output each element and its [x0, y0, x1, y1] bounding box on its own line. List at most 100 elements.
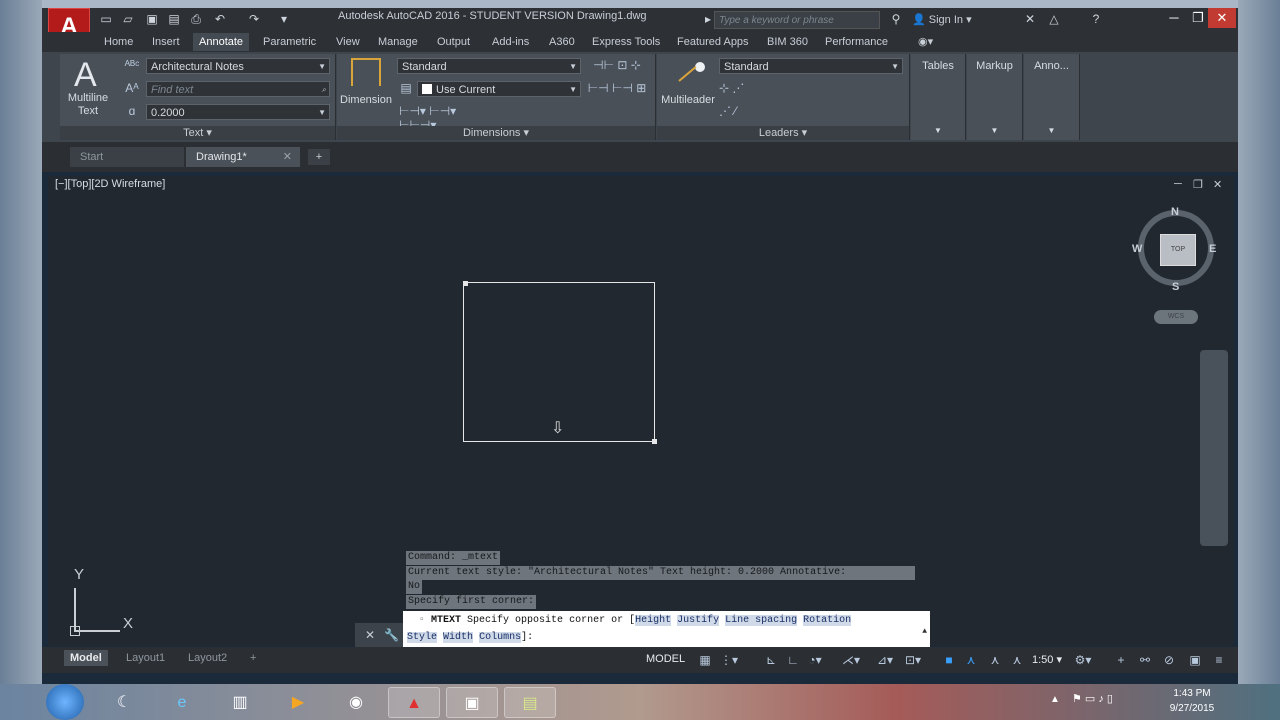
markup-panel[interactable]: Markup ▼	[967, 54, 1023, 140]
align-leader-icons[interactable]: ⋰ ⁄	[719, 104, 759, 118]
tab-insert[interactable]: Insert	[152, 33, 180, 51]
qat-customize-icon[interactable]: ▾	[276, 12, 292, 26]
tables-panel[interactable]: Tables ▼	[911, 54, 966, 140]
osnap-icon[interactable]: ⊿▾	[876, 651, 894, 669]
annotation-visibility-icon[interactable]: ⋏	[962, 651, 980, 669]
tab-annotate[interactable]: Annotate	[193, 33, 250, 51]
command-recent-icon[interactable]: ▲	[922, 623, 927, 640]
leader-style-dropdown[interactable]: Standard ▼	[719, 58, 903, 74]
dimension-button[interactable]: Dimension	[337, 94, 395, 106]
option-columns[interactable]: Columns	[479, 632, 522, 643]
ribbon-toggle-icon[interactable]: ◉▾	[918, 33, 933, 51]
viewport-controls[interactable]: [−][Top][2D Wireframe]	[55, 178, 165, 190]
option-width[interactable]: Width	[443, 632, 474, 643]
dimension-icon[interactable]	[351, 58, 381, 86]
multiline-text-icon[interactable]: A	[74, 56, 97, 95]
exchange-icon[interactable]: ✕	[1022, 12, 1038, 26]
tab-view[interactable]: View	[336, 33, 360, 51]
internet-explorer-icon[interactable]: e	[156, 687, 208, 718]
layout-tab-model[interactable]: Model	[64, 650, 108, 666]
find-text-input[interactable]: Find text ⌕	[146, 81, 330, 97]
add-leader-icons[interactable]: ⊹ ⋰	[719, 81, 759, 95]
navigation-bar[interactable]	[1200, 350, 1228, 546]
dim-style-dropdown[interactable]: Standard ▼	[397, 58, 581, 74]
tray-expand-icon[interactable]: ▲	[1050, 694, 1060, 705]
dimensions-panel-label[interactable]: Dimensions ▾	[337, 126, 655, 140]
leaders-panel-label[interactable]: Leaders ▾	[657, 126, 909, 140]
clock-date[interactable]: 9/27/2015	[1165, 703, 1219, 714]
a360-icon[interactable]: △	[1046, 12, 1062, 26]
polar-tracking-icon[interactable]: ◔▾	[806, 651, 824, 669]
tab-bim-360[interactable]: BIM 360	[767, 33, 808, 51]
snap-icon[interactable]: ⋮▾	[720, 651, 738, 669]
workspace-gear-icon[interactable]: ⚙▾	[1074, 651, 1092, 669]
text-style-dropdown[interactable]: Architectural Notes ▼	[146, 58, 330, 74]
compass-north[interactable]: N	[1171, 206, 1179, 218]
annotation-scaling-panel[interactable]: Anno... ▼	[1024, 54, 1080, 140]
clock-time[interactable]: 1:43 PM	[1165, 688, 1219, 699]
dim-layer-icon[interactable]: ▤	[399, 81, 413, 95]
command-line-input[interactable]: ▫ MTEXT Specify opposite corner or [Heig…	[403, 611, 930, 647]
object-snap-tracking-icon[interactable]: ⋌▾	[842, 651, 860, 669]
notes-taskbar-icon[interactable]: ▤	[504, 687, 556, 718]
viewport-close-icon[interactable]: ✕	[1213, 178, 1222, 191]
option-height[interactable]: Height	[635, 615, 672, 626]
close-window-button[interactable]: ✕	[1208, 8, 1236, 28]
option-line-spacing[interactable]: Line spacing	[725, 615, 798, 626]
multileader-button[interactable]: Multileader	[657, 94, 719, 106]
customize-command-icon[interactable]: 🔧	[384, 628, 399, 642]
transparency-icon[interactable]: ■	[940, 651, 958, 669]
qat-new-icon[interactable]: ▭	[98, 12, 114, 26]
grid-icon[interactable]: ▦	[696, 651, 714, 669]
text-style-icon[interactable]: Aᴬ	[124, 81, 140, 95]
ortho-icon[interactable]: ∟	[784, 651, 802, 669]
infer-constraints-icon[interactable]: ⊾	[762, 651, 780, 669]
layout-tab-layout2[interactable]: Layout2	[182, 650, 233, 666]
help-button[interactable]: ?	[1088, 12, 1104, 26]
isolate-objects-icon[interactable]: ⊘	[1160, 651, 1178, 669]
sign-in-button[interactable]: 👤 Sign In ▾	[912, 11, 1002, 29]
annotation-expand-icon[interactable]: ▼	[1024, 126, 1079, 135]
dim-tools-row2-icons[interactable]: ⊢⊣ ⊢⊣ ⊞	[587, 81, 647, 95]
tab-express-tools[interactable]: Express Tools	[592, 33, 660, 51]
file-tab-drawing1[interactable]: Drawing1* ✕	[186, 147, 300, 167]
units-icon[interactable]: ⚯	[1136, 651, 1154, 669]
tab-manage[interactable]: Manage	[378, 33, 418, 51]
tab-add-ins[interactable]: Add-ins	[492, 33, 529, 51]
option-rotation[interactable]: Rotation	[803, 615, 852, 626]
option-style[interactable]: Style	[407, 632, 438, 643]
add-layout-button[interactable]: +	[244, 650, 262, 666]
qat-save-icon[interactable]: ▣	[144, 12, 160, 26]
file-explorer-icon[interactable]: ▥	[214, 687, 266, 718]
autocad-taskbar-icon[interactable]: ▲	[388, 687, 440, 718]
annotation-scale-dropdown[interactable]: 1:50 ▾	[1032, 651, 1062, 669]
tab-output[interactable]: Output	[437, 33, 470, 51]
check-spelling-icon[interactable]: ᴬᴮᶜ	[124, 58, 140, 72]
qat-undo-icon[interactable]: ↶	[212, 12, 228, 26]
binoculars-icon[interactable]: ⚲	[888, 12, 904, 26]
option-justify[interactable]: Justify	[677, 615, 720, 626]
new-tab-button[interactable]: +	[308, 149, 330, 165]
text-panel-label[interactable]: Text ▾	[60, 126, 335, 140]
qat-plot-icon[interactable]: ⎙	[188, 12, 204, 26]
qat-open-icon[interactable]: ▱	[120, 12, 136, 26]
dim-layer-dropdown[interactable]: Use Current ▼	[417, 81, 581, 97]
close-tab-icon[interactable]: ✕	[283, 147, 292, 167]
multiline-text-button[interactable]: Multiline Text	[64, 92, 112, 118]
camtasia-taskbar-icon[interactable]: ▣	[446, 687, 498, 718]
compass-west[interactable]: W	[1132, 243, 1142, 255]
markup-expand-icon[interactable]: ▼	[967, 126, 1022, 135]
qat-redo-icon[interactable]: ↷	[246, 12, 262, 26]
lineweight-icon[interactable]: ⊡▾	[904, 651, 922, 669]
tab-home[interactable]: Home	[104, 33, 133, 51]
wcs-menu[interactable]: WCS	[1154, 310, 1198, 324]
annotation-monitor-icon[interactable]: +	[1112, 651, 1130, 669]
viewcube-top-face[interactable]: TOP	[1160, 234, 1196, 266]
compass-south[interactable]: S	[1172, 281, 1179, 293]
tables-expand-icon[interactable]: ▼	[911, 126, 965, 135]
text-height-icon[interactable]: ɑ	[124, 104, 140, 118]
search-input[interactable]: Type a keyword or phrase	[714, 11, 880, 29]
tray-icons[interactable]: ⚑ ▭ ♪ ▯	[1072, 692, 1113, 705]
annotation-scale-icon[interactable]: ⋏	[1008, 651, 1026, 669]
layout-tab-layout1[interactable]: Layout1	[120, 650, 171, 666]
